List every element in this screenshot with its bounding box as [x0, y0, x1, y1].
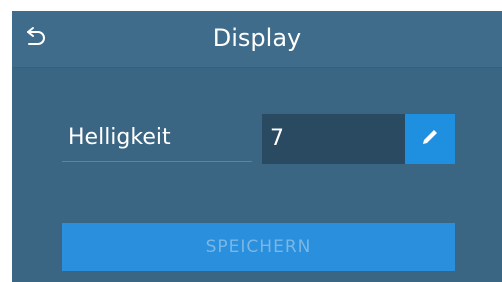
brightness-setting-row: Helligkeit 7 [62, 114, 455, 164]
brightness-label: Helligkeit [62, 114, 252, 162]
back-button[interactable] [16, 19, 56, 59]
display-settings-screen: Display Helligkeit 7 SPEICHERN [12, 11, 502, 282]
header-bar: Display [12, 11, 502, 68]
edit-button[interactable] [405, 114, 455, 164]
pencil-icon [418, 125, 442, 153]
undo-arrow-icon [24, 25, 48, 53]
page-title: Display [212, 24, 302, 52]
save-button[interactable]: SPEICHERN [62, 223, 455, 271]
brightness-value[interactable]: 7 [262, 114, 405, 164]
